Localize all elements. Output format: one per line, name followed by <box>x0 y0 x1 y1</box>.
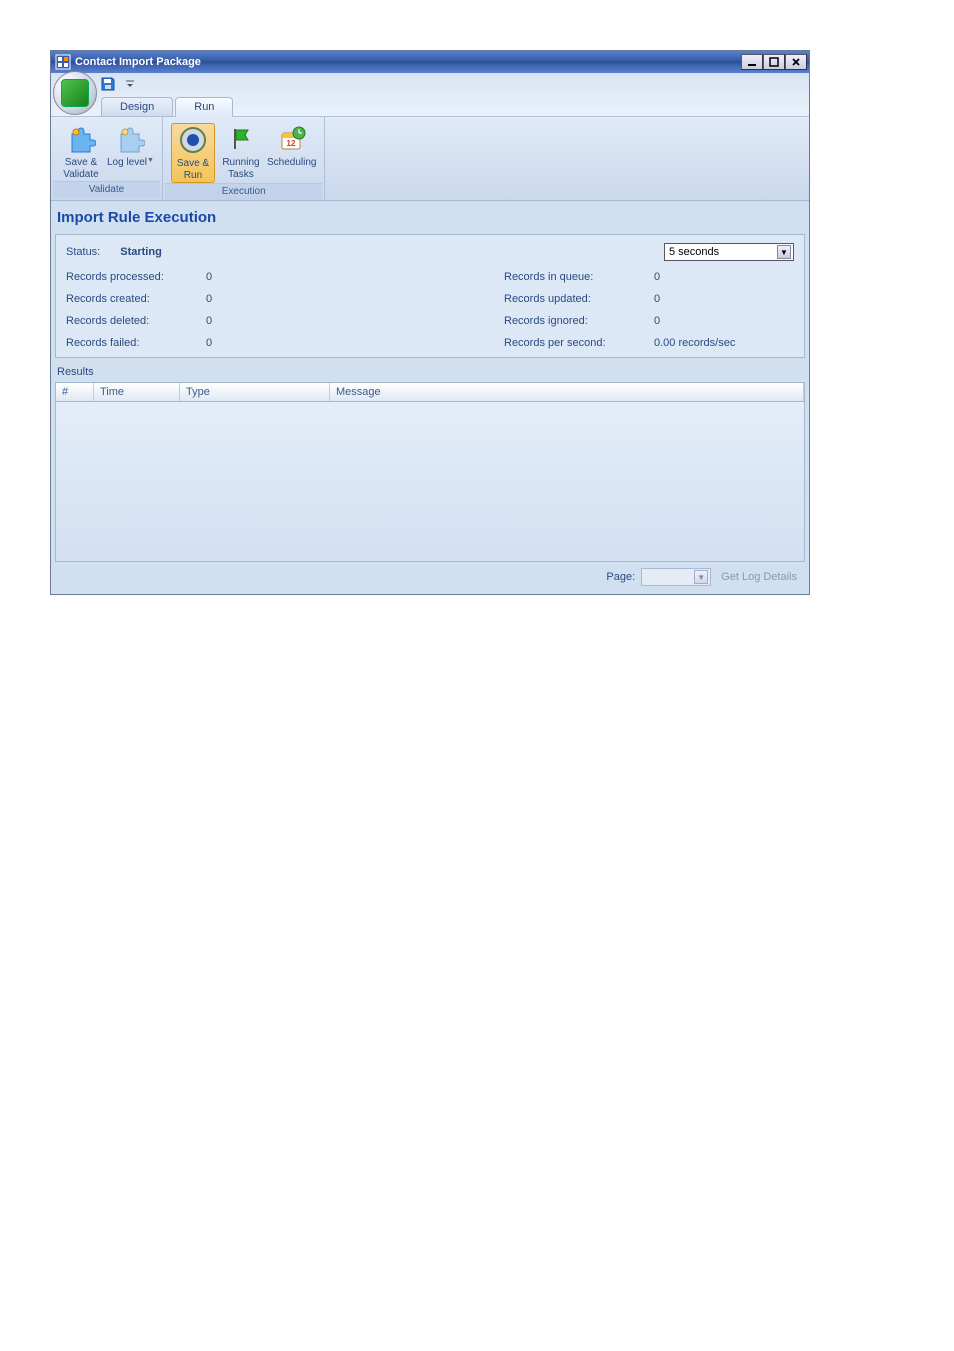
col-header-type[interactable]: Type <box>180 383 330 401</box>
save-validate-label: Save & Validate <box>63 157 98 180</box>
results-table: # Time Type Message <box>55 382 805 562</box>
app-window: Contact Import Package <box>50 50 810 595</box>
records-failed-label: Records failed: <box>66 337 206 349</box>
save-run-label: Save & Run <box>177 158 209 181</box>
records-created-label: Records created: <box>66 293 206 305</box>
page-select[interactable]: ▼ <box>641 568 711 586</box>
qat-save-button[interactable] <box>99 75 117 93</box>
records-processed-value: 0 <box>206 271 326 283</box>
app-menu-icon <box>61 79 89 107</box>
status-value: Starting <box>120 246 162 258</box>
ribbon-group-validate: Save & Validate Log level▼ Validate <box>51 117 163 200</box>
records-updated-label: Records updated: <box>504 293 654 305</box>
footer: Page: ▼ Get Log Details <box>51 562 809 594</box>
qat-customize-button[interactable] <box>121 75 139 93</box>
puzzle-faded-icon <box>114 123 146 155</box>
records-created-value: 0 <box>206 293 326 305</box>
records-deleted-label: Records deleted: <box>66 315 206 327</box>
records-failed-value: 0 <box>206 337 326 349</box>
ribbon: Save & Validate Log level▼ Validate <box>51 117 809 201</box>
close-button[interactable] <box>785 54 807 70</box>
running-tasks-button[interactable]: Running Tasks <box>219 123 263 183</box>
running-tasks-label: Running Tasks <box>222 157 259 180</box>
tab-run[interactable]: Run <box>175 97 233 117</box>
col-header-message[interactable]: Message <box>330 383 804 401</box>
records-per-second-value: 0.00 records/sec <box>654 337 794 349</box>
records-per-second-label: Records per second: <box>504 337 654 349</box>
chevron-down-icon: ▼ <box>777 245 791 259</box>
app-menu-button[interactable] <box>53 71 97 115</box>
col-header-num[interactable]: # <box>56 383 94 401</box>
records-in-queue-value: 0 <box>654 271 794 283</box>
results-section-label: Results <box>51 360 809 382</box>
svg-text:12: 12 <box>286 139 295 148</box>
validate-group-label: Validate <box>53 181 160 198</box>
refresh-interval-value: 5 seconds <box>669 246 719 258</box>
ribbon-group-execution: Save & Run Running Tasks <box>163 117 325 200</box>
records-updated-value: 0 <box>654 293 794 305</box>
status-panel: Status: Starting 5 seconds ▼ Records pro… <box>55 234 805 358</box>
ribbon-header: Design Run <box>51 73 809 117</box>
page-label: Page: <box>606 571 635 583</box>
log-level-button[interactable]: Log level▼ <box>107 123 154 181</box>
save-validate-button[interactable]: Save & Validate <box>59 123 103 181</box>
scheduling-label: Scheduling <box>267 157 316 169</box>
window-title: Contact Import Package <box>75 56 201 68</box>
chevron-down-icon: ▼ <box>694 570 708 584</box>
col-header-time[interactable]: Time <box>94 383 180 401</box>
log-level-label: Log level <box>107 157 147 169</box>
tab-design[interactable]: Design <box>101 97 173 116</box>
puzzle-icon <box>65 123 97 155</box>
scheduling-button[interactable]: 12 Scheduling <box>267 123 316 183</box>
maximize-button[interactable] <box>763 54 785 70</box>
save-run-button[interactable]: Save & Run <box>171 123 215 183</box>
records-ignored-value: 0 <box>654 315 794 327</box>
section-title: Import Rule Execution <box>51 201 809 232</box>
records-deleted-value: 0 <box>206 315 326 327</box>
calendar-clock-icon: 12 <box>276 123 308 155</box>
minimize-button[interactable] <box>741 54 763 70</box>
records-in-queue-label: Records in queue: <box>504 271 654 283</box>
flag-icon <box>225 123 257 155</box>
records-processed-label: Records processed: <box>66 271 206 283</box>
app-icon <box>55 54 71 70</box>
refresh-interval-select[interactable]: 5 seconds ▼ <box>664 243 794 261</box>
results-body <box>56 402 804 561</box>
status-label: Status: <box>66 246 100 258</box>
get-log-details-button[interactable]: Get Log Details <box>717 569 801 585</box>
records-ignored-label: Records ignored: <box>504 315 654 327</box>
execution-group-label: Execution <box>165 183 322 200</box>
titlebar: Contact Import Package <box>51 51 809 73</box>
record-icon <box>177 124 209 156</box>
